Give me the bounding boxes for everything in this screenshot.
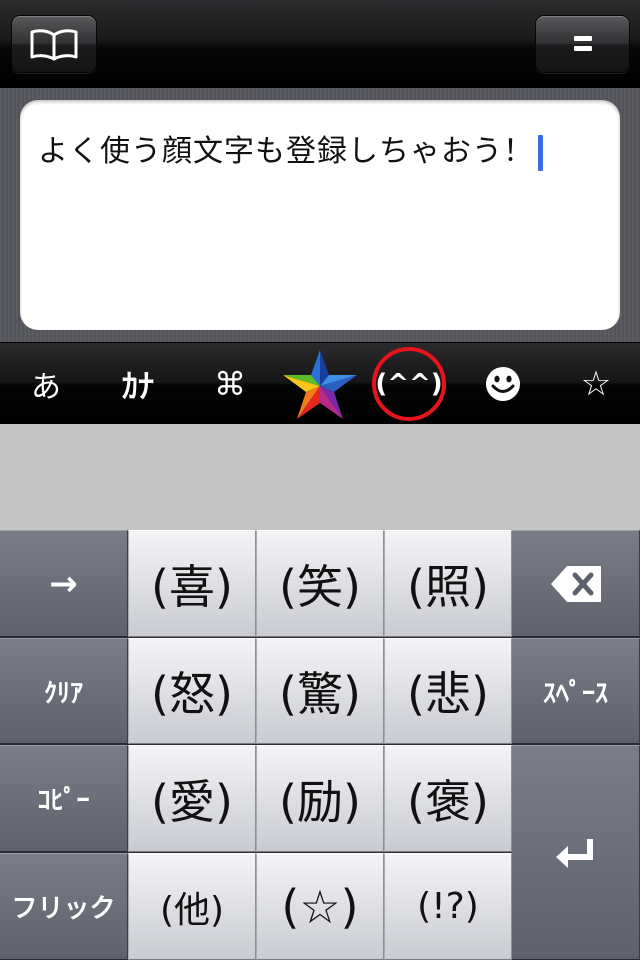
space-key[interactable]: ｽﾍﾟｰｽ: [512, 638, 640, 744]
flick-key[interactable]: フリック: [0, 853, 128, 960]
candidate-area: [0, 424, 640, 530]
open-book-icon: [30, 29, 78, 61]
mode-kaomoji-label: (^^): [375, 369, 443, 399]
kaomoji-key-praise[interactable]: (褒): [384, 745, 512, 852]
delete-key[interactable]: [512, 530, 640, 637]
menu-button[interactable]: [535, 15, 630, 73]
mode-hiragana[interactable]: あ: [8, 343, 84, 425]
mode-kaomoji[interactable]: (^^): [368, 343, 450, 425]
mode-favorites[interactable]: ☆: [558, 343, 634, 425]
input-mode-bar: あ ｶﾅ ⌘ (^^) ☆: [0, 342, 640, 424]
mode-command[interactable]: ⌘: [192, 343, 268, 425]
mode-colorful-star[interactable]: [279, 343, 361, 425]
colorful-star-icon: [283, 350, 357, 419]
kaomoji-keyboard: → ｸﾘｱ ｺﾋﾟｰ フリック (喜) (笑) (照) (怒) (驚) (悲) …: [0, 530, 640, 960]
kaomoji-key-sad[interactable]: (悲): [384, 638, 512, 744]
return-enter-icon: [555, 838, 593, 868]
kaomoji-key-other[interactable]: (他): [128, 853, 256, 960]
delete-backspace-icon: [550, 565, 601, 602]
kaomoji-key-cheer[interactable]: (励): [256, 745, 384, 852]
top-toolbar: [0, 0, 640, 88]
kaomoji-key-surprise[interactable]: (驚): [256, 638, 384, 744]
text-caret: [538, 134, 543, 171]
return-key[interactable]: [512, 745, 640, 960]
kaomoji-key-love[interactable]: (愛): [128, 745, 256, 852]
kaomoji-key-joy[interactable]: (喜): [128, 530, 256, 637]
editor-region: よく使う顔文字も登録しちゃおう！: [0, 88, 640, 342]
mode-katakana[interactable]: ｶﾅ: [100, 343, 176, 425]
copy-key[interactable]: ｺﾋﾟｰ: [0, 745, 128, 852]
editor-text: よく使う顔文字も登録しちゃおう！: [38, 134, 534, 169]
text-input-area[interactable]: よく使う顔文字も登録しちゃおう！: [20, 100, 620, 330]
bookmarks-button[interactable]: [11, 15, 97, 73]
clear-key[interactable]: ｸﾘｱ: [0, 638, 128, 744]
kaomoji-key-exclaim[interactable]: (!?): [384, 853, 512, 960]
mode-emoji[interactable]: [465, 343, 541, 425]
cursor-right-key[interactable]: →: [0, 530, 128, 637]
kaomoji-key-laugh[interactable]: (笑): [256, 530, 384, 637]
kaomoji-key-angry[interactable]: (怒): [128, 638, 256, 744]
kaomoji-key-star[interactable]: (☆): [256, 853, 384, 960]
smiley-face-icon: [486, 367, 520, 401]
kaomoji-key-shy[interactable]: (照): [384, 530, 512, 637]
menu-lines-icon: [573, 36, 592, 51]
editor-text-line: よく使う顔文字も登録しちゃおう！: [38, 126, 543, 171]
